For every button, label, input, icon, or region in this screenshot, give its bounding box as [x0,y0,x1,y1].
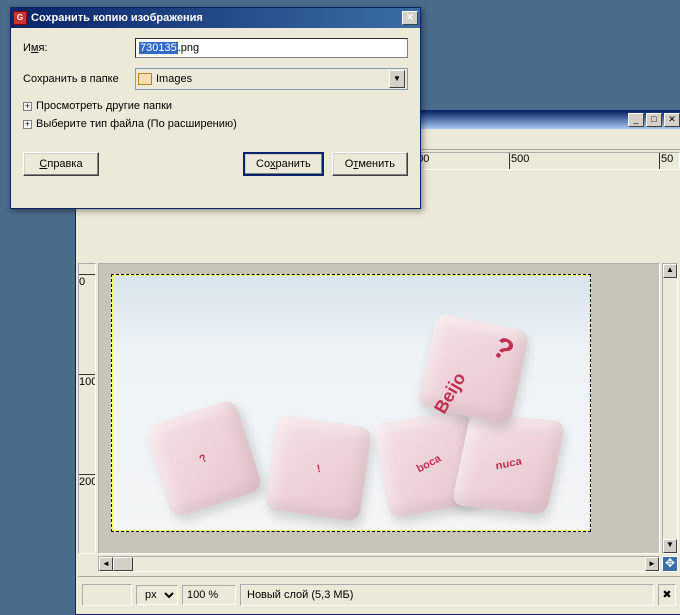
ruler-tick: 0 [79,274,96,288]
folder-label: Сохранить в папке [23,73,127,85]
help-button[interactable]: Справка [23,152,99,176]
dice-cube: ? [144,399,264,519]
close-button[interactable]: ✕ [664,113,680,127]
scroll-thumb[interactable] [113,557,133,571]
maximize-button[interactable]: □ [646,113,662,127]
dialog-title: Сохранить копию изображения [31,12,398,24]
name-label: Имя: [23,42,127,54]
folder-value: Images [156,73,192,85]
dice-face-beijo: Beijo [430,369,470,418]
dice-image: ? ! boca nuca ? Beijo [136,321,566,531]
filename-input[interactable]: 730135.png [135,38,408,58]
plus-icon: + [23,120,32,129]
filename-extension: .png [178,42,199,54]
dice-cube: ! [265,415,372,522]
folder-icon [138,73,152,85]
statusbar: px Новый слой (5,3 МБ) ✖ [78,576,680,612]
ruler-vertical[interactable]: 0 100 200 300 [78,263,96,554]
status-layer-text: Новый слой (5,3 МБ) [240,584,654,606]
image-selection[interactable]: ? ! boca nuca ? Beijo [111,274,591,532]
dialog-titlebar[interactable]: G Сохранить копию изображения ✕ [11,8,420,28]
ruler-tick: 100 [79,374,96,388]
plus-icon: + [23,102,32,111]
scrollbar-vertical[interactable]: ▲ ▼ [662,263,678,554]
ruler-tick: 50 [659,153,673,170]
cancel-icon[interactable]: ✖ [658,584,676,606]
save-copy-dialog: G Сохранить копию изображения ✕ Имя: 730… [10,7,421,209]
dice-face-boca: boca [414,452,442,475]
expander-file-type[interactable]: + Выберите тип файла (По расширению) [23,118,408,130]
scroll-down-icon[interactable]: ▼ [663,539,677,553]
folder-row: Сохранить в папке Images ▼ [23,68,408,90]
scroll-right-icon[interactable]: ► [645,557,659,571]
scroll-left-icon[interactable]: ◄ [99,557,113,571]
dice-face-exclaim: ! [316,462,322,474]
minimize-button[interactable]: _ [628,113,644,127]
cancel-button[interactable]: Отменить [332,152,408,176]
dialog-button-row: Справка Сохранить Отменить [11,144,420,186]
scroll-up-icon[interactable]: ▲ [663,264,677,278]
dice-face-question2: ? [486,330,520,369]
navigation-icon[interactable]: ✥ [662,556,678,572]
ruler-tick: 200 [79,474,96,488]
scrollbar-horizontal[interactable]: ◄ ► [98,556,660,572]
dialog-body: Имя: 730135.png Сохранить в папке Images… [11,28,420,144]
zoom-input[interactable] [182,585,236,605]
folder-combo[interactable]: Images ▼ [135,68,408,90]
expander-label: Выберите тип файла (По расширению) [36,118,237,130]
app-icon: G [13,11,27,25]
units-select[interactable]: px [136,585,178,605]
dice-face-nuca: nuca [495,455,522,472]
pointer-coords [82,584,132,606]
expander-label: Просмотреть другие папки [36,100,172,112]
dice-cube: ? Beijo [417,312,530,425]
expander-browse-folders[interactable]: + Просмотреть другие папки [23,100,408,112]
name-row: Имя: 730135.png [23,38,408,58]
ruler-tick: 500 [509,153,529,170]
chevron-down-icon[interactable]: ▼ [389,70,405,88]
canvas[interactable]: ? ! boca nuca ? Beijo [98,263,660,554]
filename-selected-text: 730135 [139,42,178,54]
save-button[interactable]: Сохранить [243,152,324,176]
dice-face-question: ? [197,452,210,466]
dice-cube: nuca [451,412,566,515]
dialog-close-button[interactable]: ✕ [402,11,418,25]
